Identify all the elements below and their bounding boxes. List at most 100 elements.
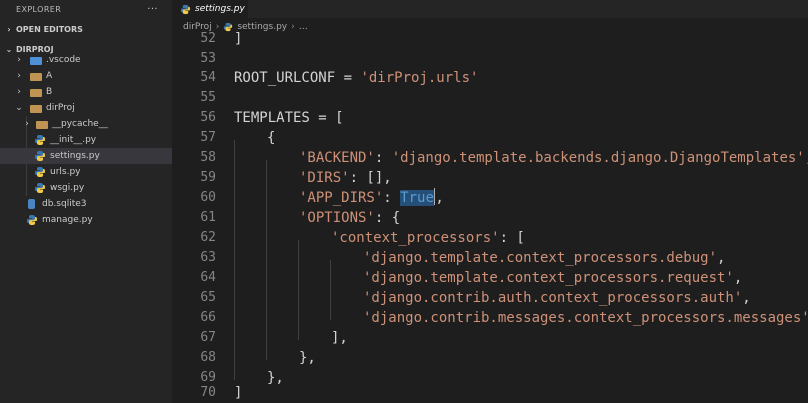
- code-line: 57 {: [172, 128, 808, 148]
- python-icon: [34, 166, 46, 178]
- code-line: 65 'django.contrib.auth.context_processo…: [172, 288, 808, 308]
- code-line: 62 'context_processors': [: [172, 228, 808, 248]
- code-text: 'BACKEND': 'django.template.backends.dja…: [299, 150, 808, 166]
- line-number: 52: [200, 31, 216, 46]
- line-number: 68: [200, 350, 216, 365]
- code-line: 64 'django.template.context_processors.r…: [172, 268, 808, 288]
- tab-label: settings.py: [195, 4, 245, 14]
- python-icon: [34, 182, 46, 194]
- line-number: 67: [200, 330, 216, 345]
- code-line: 61 'OPTIONS': {: [172, 208, 808, 228]
- code-text: 'DIRS': [],: [299, 170, 392, 186]
- tree-item-db[interactable]: db.sqlite3: [0, 196, 172, 212]
- code-line: 52 ]: [172, 29, 808, 49]
- line-number: 55: [200, 90, 216, 105]
- chevron-right-icon: ›: [17, 55, 21, 65]
- line-number: 64: [200, 270, 216, 285]
- code-line: 68 },: [172, 348, 808, 368]
- database-icon: [28, 199, 35, 209]
- tree-item-vscode[interactable]: › .vscode: [0, 52, 172, 68]
- tree-item-manage[interactable]: manage.py: [0, 212, 172, 228]
- tree-item-init[interactable]: __init__.py: [0, 132, 172, 148]
- chevron-right-icon: ›: [17, 71, 21, 81]
- python-icon: [180, 4, 191, 15]
- python-icon: [34, 150, 46, 162]
- code-line: 58 'BACKEND': 'django.template.backends.…: [172, 148, 808, 168]
- line-number: 53: [200, 51, 216, 66]
- line-number: 56: [200, 110, 216, 125]
- chevron-right-icon: ›: [25, 119, 29, 129]
- code-line: 55: [172, 88, 808, 108]
- code-text: ]: [234, 385, 243, 401]
- line-number: 63: [200, 250, 216, 265]
- explorer-header: EXPLORER ···: [0, 0, 172, 18]
- code-text: ROOT_URLCONF = 'dirProj.urls': [234, 70, 479, 86]
- folder-open-icon: [30, 105, 42, 113]
- code-text: {: [267, 130, 276, 146]
- code-text: },: [299, 350, 316, 366]
- code-text: 'APP_DIRS': True,: [299, 188, 444, 206]
- code-line: 60 'APP_DIRS': True,: [172, 188, 808, 208]
- code-line: 56 TEMPLATES = [: [172, 108, 808, 128]
- code-text: 'context_processors': [: [331, 230, 525, 246]
- tree-item-a[interactable]: › A: [0, 68, 172, 84]
- code-text: TEMPLATES = [: [234, 110, 344, 126]
- tree-item-urls[interactable]: urls.py: [0, 164, 172, 180]
- more-actions-icon[interactable]: ···: [147, 4, 158, 15]
- code-line: 54 ROOT_URLCONF = 'dirProj.urls': [172, 68, 808, 88]
- code-line: 66 'django.contrib.messages.context_proc…: [172, 308, 808, 328]
- line-number: 59: [200, 170, 216, 185]
- tree-item-label: .vscode: [46, 55, 81, 65]
- code-text: ],: [331, 330, 348, 346]
- open-editors-section[interactable]: › OPEN EDITORS: [0, 20, 172, 39]
- tree-item-label: wsgi.py: [50, 183, 85, 193]
- selected-text: True: [400, 190, 434, 206]
- code-text: 'django.contrib.auth.context_processors.…: [363, 290, 751, 306]
- code-line: 63 'django.template.context_processors.d…: [172, 248, 808, 268]
- tab-bar: settings.py: [172, 0, 808, 18]
- code-text: 'django.template.context_processors.requ…: [363, 270, 743, 286]
- line-number: 61: [200, 210, 216, 225]
- code-text: 'OPTIONS': {: [299, 210, 401, 226]
- python-icon: [34, 134, 46, 146]
- code-line: 67 ],: [172, 328, 808, 348]
- tree-item-settings[interactable]: settings.py: [0, 148, 172, 164]
- tree-item-label: db.sqlite3: [42, 199, 87, 209]
- line-number: 57: [200, 130, 216, 145]
- explorer-title: EXPLORER: [16, 4, 62, 14]
- tree-item-label: manage.py: [42, 215, 93, 225]
- tree-item-label: dirProj: [46, 103, 75, 113]
- line-number: 58: [200, 150, 216, 165]
- line-number: 70: [200, 385, 216, 400]
- python-icon: [26, 214, 38, 226]
- tree-item-label: __init__.py: [50, 135, 97, 145]
- tree-item-label: settings.py: [50, 151, 100, 161]
- code-line: 59 'DIRS': [],: [172, 168, 808, 188]
- tab-settings[interactable]: settings.py: [172, 0, 248, 18]
- line-number: 66: [200, 310, 216, 325]
- tree-item-pycache[interactable]: › __pycache__: [0, 116, 172, 132]
- vscode-folder-icon: [30, 57, 42, 65]
- folder-icon: [30, 73, 42, 81]
- code-text: 'django.contrib.messages.context_process…: [363, 310, 808, 326]
- tree-item-label: urls.py: [50, 167, 81, 177]
- tree-item-wsgi[interactable]: wsgi.py: [0, 180, 172, 196]
- line-number: 65: [200, 290, 216, 305]
- code-line: 53: [172, 49, 808, 69]
- code-text: 'django.template.context_processors.debu…: [363, 250, 726, 266]
- tree-item-b[interactable]: › B: [0, 84, 172, 100]
- folder-icon: [36, 121, 48, 129]
- chevron-right-icon: ›: [7, 25, 11, 34]
- tree-item-dirproj[interactable]: ⌄ dirProj: [0, 100, 172, 116]
- open-editors-label: OPEN EDITORS: [16, 25, 83, 34]
- chevron-down-icon: ⌄: [15, 103, 23, 113]
- line-number: 54: [200, 70, 216, 85]
- code-text: ]: [234, 31, 243, 47]
- tree-item-label: B: [46, 87, 53, 97]
- code-editor[interactable]: 52 ] 53 54 ROOT_URLCONF = 'dirProj.urls'…: [172, 31, 808, 403]
- code-line: 70 ]: [172, 383, 808, 403]
- tree-item-label: A: [46, 71, 53, 81]
- explorer-sidebar: EXPLORER ··· › OPEN EDITORS ⌄ DIRPROJ › …: [0, 0, 172, 403]
- chevron-right-icon: ›: [17, 87, 21, 97]
- folder-icon: [30, 89, 42, 97]
